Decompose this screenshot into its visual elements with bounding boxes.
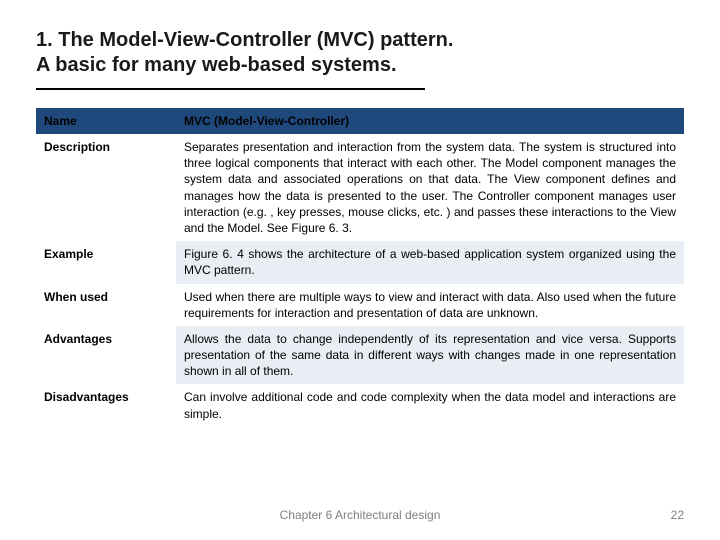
table-row: Example Figure 6. 4 shows the architectu…: [36, 241, 684, 283]
row-text: Allows the data to change independently …: [176, 326, 684, 385]
row-text: Separates presentation and interaction f…: [176, 134, 684, 242]
row-label: Example: [36, 241, 176, 283]
header-value: MVC (Model-View-Controller): [176, 109, 684, 134]
row-text: Can involve additional code and code com…: [176, 384, 684, 426]
row-text: Used when there are multiple ways to vie…: [176, 284, 684, 326]
title-underline: [36, 88, 425, 90]
page-number: 22: [671, 508, 684, 522]
footer-text: Chapter 6 Architectural design: [0, 508, 720, 522]
row-label: Disadvantages: [36, 384, 176, 426]
slide-footer: Chapter 6 Architectural design 22: [0, 508, 720, 522]
row-label: When used: [36, 284, 176, 326]
slide-title: 1. The Model-View-Controller (MVC) patte…: [36, 28, 684, 78]
row-label: Description: [36, 134, 176, 242]
table-header-row: Name MVC (Model-View-Controller): [36, 109, 684, 134]
table-row: Disadvantages Can involve additional cod…: [36, 384, 684, 426]
row-label: Advantages: [36, 326, 176, 385]
row-text: Figure 6. 4 shows the architecture of a …: [176, 241, 684, 283]
header-name: Name: [36, 109, 176, 134]
title-line-1: 1. The Model-View-Controller (MVC) patte…: [36, 29, 453, 51]
table-row: When used Used when there are multiple w…: [36, 284, 684, 326]
table-row: Advantages Allows the data to change ind…: [36, 326, 684, 385]
pattern-table: Name MVC (Model-View-Controller) Descrip…: [36, 108, 684, 427]
title-line-2: A basic for many web-based systems.: [36, 54, 397, 76]
table-row: Description Separates presentation and i…: [36, 134, 684, 242]
